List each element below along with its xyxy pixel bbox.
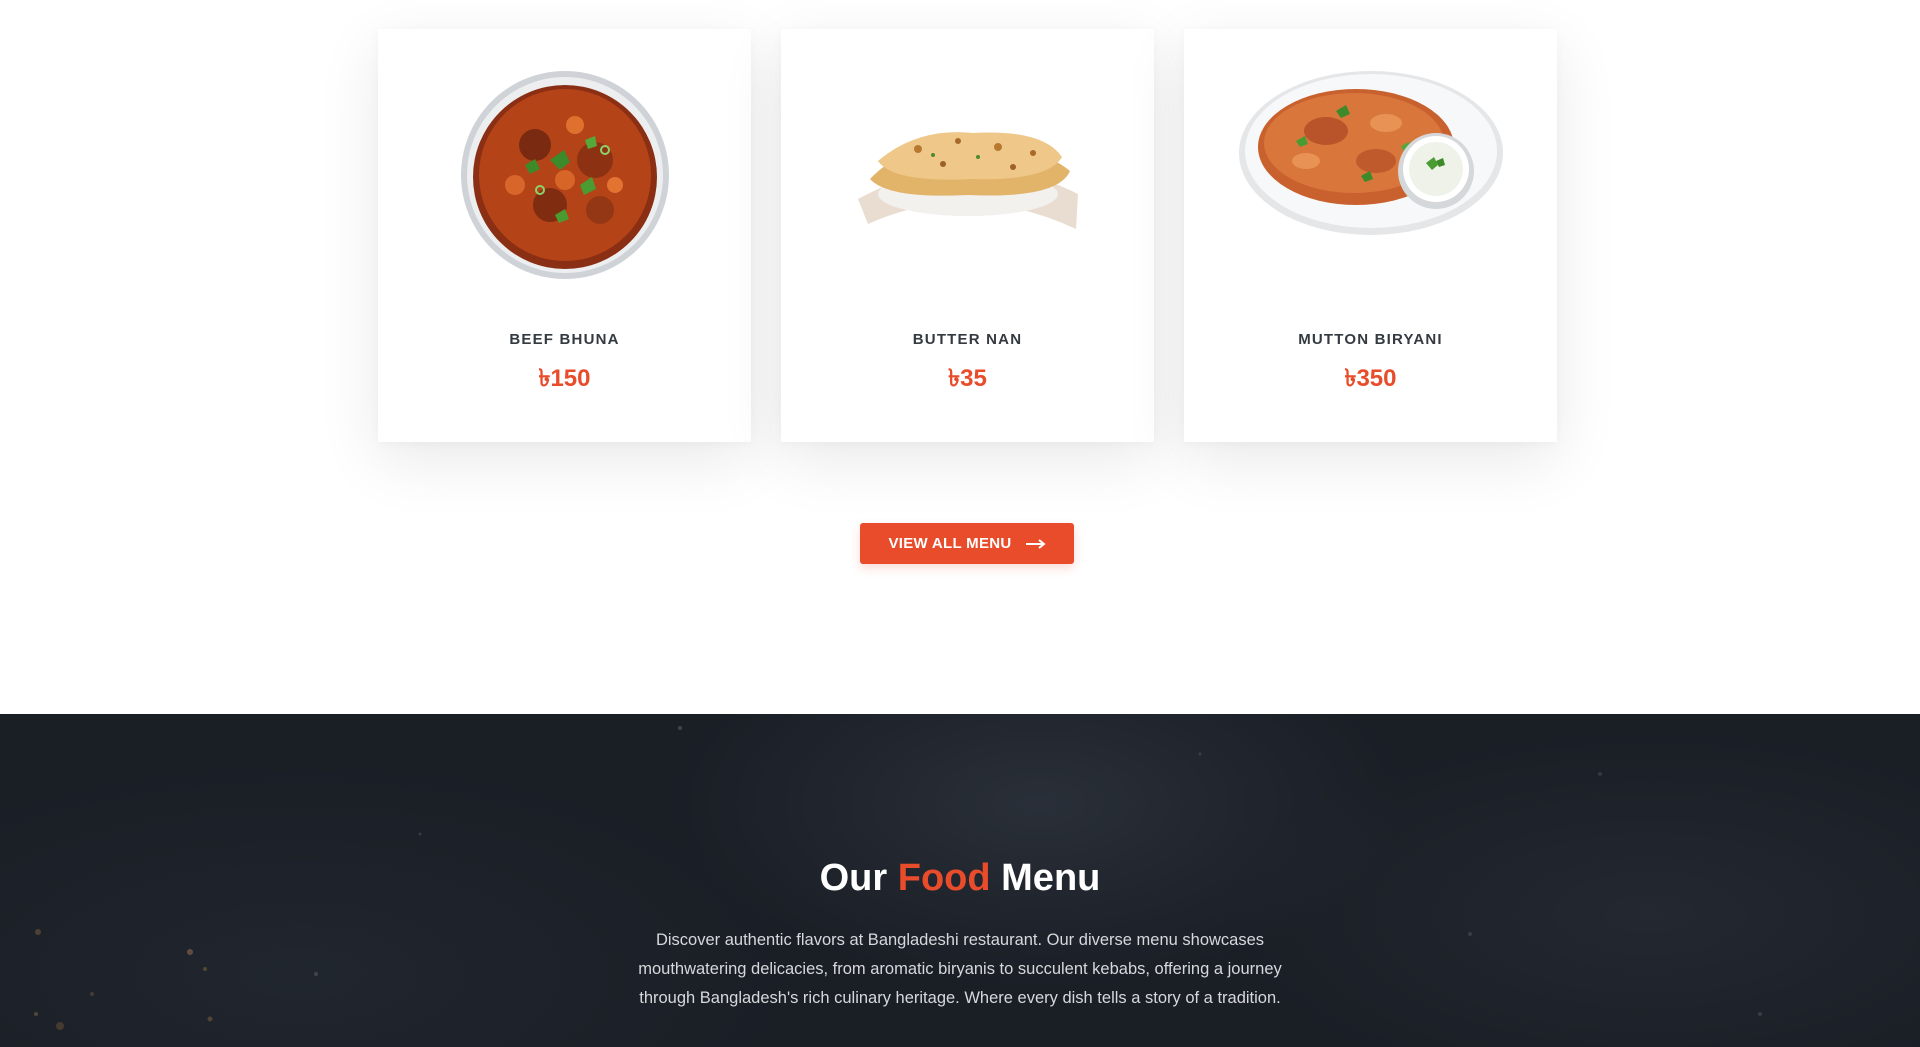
view-all-menu-button[interactable]: VIEW ALL MENU — [860, 523, 1074, 564]
food-menu-section: Our Food Menu Discover authentic flavors… — [0, 714, 1920, 1047]
menu-item-name: MUTTON BIRYANI — [1298, 331, 1443, 348]
view-all-menu-label: VIEW ALL MENU — [888, 535, 1012, 552]
food-menu-title: Our Food Menu — [0, 857, 1920, 900]
food-menu-description: Discover authentic flavors at Bangladesh… — [638, 931, 1282, 1007]
butter-nan-image — [857, 132, 1078, 229]
title-accent: Food — [897, 857, 991, 899]
beef-bhuna-image — [460, 71, 669, 279]
menu-item-price: ৳350 — [1344, 365, 1397, 392]
menu-item-price: ৳35 — [948, 365, 987, 392]
menu-item-name: BEEF BHUNA — [509, 331, 620, 348]
arrow-right-icon — [1025, 538, 1046, 549]
menu-card-mutton-biryani[interactable]: MUTTON BIRYANI ৳350 — [1184, 29, 1557, 442]
menu-items-section: BEEF BHUNA ৳150 BUTTER NAN ৳35 MUTTON BI… — [0, 0, 1920, 714]
page: BEEF BHUNA ৳150 BUTTER NAN ৳35 MUTTON BI… — [0, 0, 1920, 1047]
title-part1: Our — [819, 857, 888, 899]
menu-cards: BEEF BHUNA ৳150 BUTTER NAN ৳35 MUTTON BI… — [378, 29, 1557, 442]
menu-item-price: ৳150 — [538, 365, 591, 392]
menu-card-beef-bhuna[interactable]: BEEF BHUNA ৳150 — [378, 29, 751, 442]
title-part2: Menu — [1001, 857, 1101, 899]
mutton-biryani-image — [1238, 71, 1503, 235]
menu-item-name: BUTTER NAN — [912, 331, 1023, 348]
menu-card-butter-nan[interactable]: BUTTER NAN ৳35 — [781, 29, 1154, 442]
